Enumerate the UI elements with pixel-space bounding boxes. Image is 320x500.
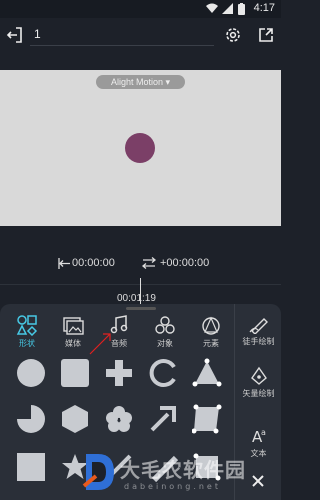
signal-icon — [222, 3, 233, 14]
top-bar: 1 — [0, 18, 281, 70]
pen-icon — [249, 318, 268, 334]
shape-circle[interactable] — [16, 358, 46, 388]
shape-arc[interactable] — [148, 358, 178, 388]
shape-rounded-square[interactable] — [60, 358, 90, 388]
category-objects[interactable]: 对象 — [143, 314, 187, 354]
site-watermark: 大毛农软件园 dabeinong.net — [82, 450, 282, 500]
annotation-arrow — [89, 333, 111, 355]
panel-handle[interactable] — [126, 307, 156, 310]
category-label: 形状 — [19, 339, 35, 348]
vector-pen-icon — [250, 366, 267, 385]
svg-text:a: a — [261, 428, 266, 437]
tool-label: 矢量绘制 — [242, 389, 275, 398]
status-bar: 4:17 — [0, 0, 281, 18]
objects-icon — [155, 316, 175, 334]
site-logo-icon — [82, 454, 114, 490]
tool-vector[interactable]: 矢量绘制 — [235, 366, 282, 399]
preview-canvas[interactable]: Alight Motion ▾ — [0, 70, 281, 226]
project-title[interactable]: 1 — [34, 27, 41, 41]
skip-start-icon[interactable] — [58, 258, 70, 269]
shape-quad-nodes[interactable] — [192, 404, 222, 434]
current-time: 00:01:19 — [117, 293, 156, 304]
clock: 4:17 — [253, 2, 275, 14]
shape-arrow[interactable] — [148, 404, 178, 434]
media-icon — [63, 317, 84, 335]
category-shapes[interactable]: 形状 — [5, 314, 49, 354]
category-label: 元素 — [203, 339, 219, 348]
shape-hexagon[interactable] — [60, 404, 90, 434]
shapes-icon — [16, 315, 38, 336]
wifi-icon — [206, 3, 218, 13]
site-url: dabeinong.net — [124, 482, 221, 491]
circle-layer[interactable] — [125, 133, 155, 163]
elements-icon — [202, 316, 220, 335]
app-watermark-badge[interactable]: Alight Motion ▾ — [96, 75, 185, 89]
offset-time: +00:00:00 — [160, 257, 210, 269]
start-time: 00:00:00 — [72, 257, 115, 269]
export-icon[interactable] — [257, 26, 275, 44]
exit-icon[interactable] — [6, 26, 24, 44]
text-icon: Aa — [252, 428, 266, 446]
tool-label: 徒手绘制 — [242, 337, 275, 346]
site-name: 大毛农软件园 — [120, 458, 246, 482]
shape-plus[interactable] — [104, 358, 134, 388]
battery-icon — [238, 3, 245, 15]
gear-icon[interactable] — [224, 26, 242, 44]
title-underline — [30, 45, 214, 46]
timeline[interactable]: 00:01:19 — [0, 278, 281, 304]
time-info: 00:00:00 +00:00:00 — [0, 252, 281, 276]
offset-arrows-icon[interactable] — [141, 257, 157, 269]
shape-triangle-nodes[interactable] — [192, 358, 222, 388]
shape-flower[interactable] — [104, 404, 134, 434]
shape-pie[interactable] — [16, 404, 46, 434]
tool-freehand[interactable]: 徒手绘制 — [235, 316, 282, 347]
category-elements[interactable]: 元素 — [189, 314, 233, 354]
category-label: 对象 — [157, 339, 173, 348]
shape-square[interactable] — [16, 452, 46, 482]
